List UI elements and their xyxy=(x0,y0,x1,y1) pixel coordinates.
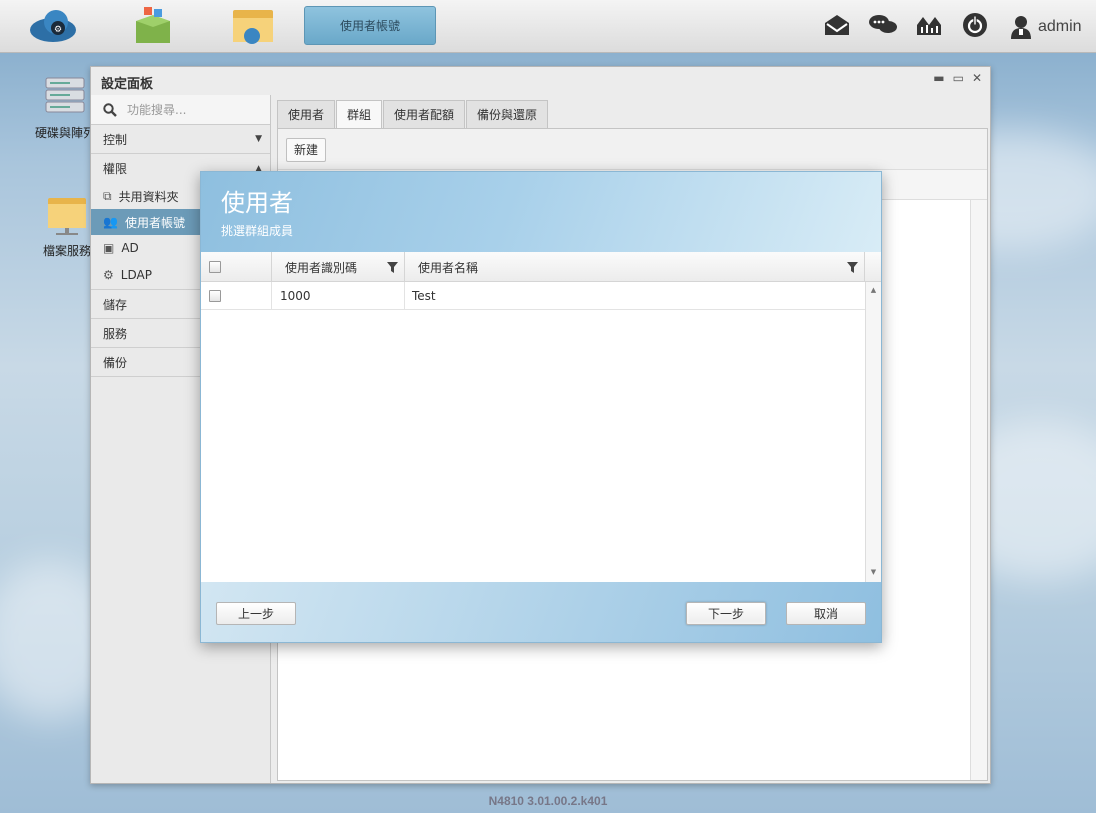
app-center-icon[interactable] xyxy=(128,4,178,48)
column-header-user-id[interactable]: 使用者識別碼 xyxy=(272,252,405,282)
filter-icon[interactable] xyxy=(387,261,398,273)
power-icon[interactable] xyxy=(960,10,990,40)
ldap-icon: ⚙ xyxy=(103,268,114,282)
version-label: N4810 3.01.00.2.k401 xyxy=(488,794,608,808)
search-placeholder: 功能搜尋... xyxy=(127,103,187,117)
dialog-title: 使用者 xyxy=(221,189,293,217)
ad-icon: ▣ xyxy=(103,241,115,255)
window-title: 設定面板 xyxy=(101,77,154,92)
prev-button[interactable]: 上一步 xyxy=(216,602,296,625)
sidebar-section-control[interactable]: 控制 ▼ xyxy=(91,125,270,154)
row-checkbox[interactable] xyxy=(209,290,221,302)
sidebar-section-label: 控制 xyxy=(103,132,128,147)
new-group-button[interactable]: 新建 xyxy=(286,138,327,162)
select-all-checkbox[interactable] xyxy=(209,261,221,273)
groups-scrollbar[interactable] xyxy=(970,200,987,780)
sidebar-section-label: 權限 xyxy=(103,162,128,176)
scroll-up-icon[interactable]: ▲ xyxy=(866,286,881,294)
minimize-icon[interactable]: ▬ xyxy=(933,71,944,85)
user-icon xyxy=(1011,16,1031,39)
folder-network-icon xyxy=(44,192,90,238)
cloud-app-icon[interactable]: ⚙ xyxy=(28,4,78,48)
function-search[interactable]: 功能搜尋... xyxy=(91,95,270,125)
cell-user-id: 1000 xyxy=(272,282,405,310)
user-grid: 使用者識別碼 使用者名稱 1000 Test ▲ ▼ xyxy=(201,252,881,582)
cancel-button[interactable]: 取消 xyxy=(786,602,866,625)
users-icon: 👥 xyxy=(103,215,118,229)
tab-bar: 使用者 群組 使用者配額 備份與還原 xyxy=(277,100,549,128)
panel-toolbar: 新建 xyxy=(278,129,987,170)
cell-user-name: Test xyxy=(412,289,436,303)
sidebar-section-label: 服務 xyxy=(103,326,128,341)
scroll-down-icon[interactable]: ▼ xyxy=(866,568,881,576)
tab-user-quota[interactable]: 使用者配額 xyxy=(383,100,466,128)
header-checkbox-cell xyxy=(201,252,272,282)
folder-tree-icon: ⧉ xyxy=(103,188,112,203)
close-icon[interactable]: ✕ xyxy=(972,71,982,85)
filter-icon[interactable] xyxy=(847,261,858,273)
dialog-subtitle: 挑選群組成員 xyxy=(221,224,294,238)
maximize-icon[interactable]: ▭ xyxy=(953,71,964,85)
svg-text:⚙: ⚙ xyxy=(54,25,62,35)
mail-icon[interactable] xyxy=(822,10,852,40)
desktop-icon-label: 檔案服務 xyxy=(42,244,91,258)
sidebar-item-label: 使用者帳號 xyxy=(124,215,185,230)
sidebar-item-label: LDAP xyxy=(120,268,152,282)
user-name: admin xyxy=(1038,18,1082,35)
chat-icon[interactable] xyxy=(868,10,898,40)
sidebar-section-label: 儲存 xyxy=(103,297,128,312)
dialog-header: 使用者 挑選群組成員 xyxy=(201,172,881,252)
user-menu[interactable]: admin xyxy=(1010,12,1082,42)
sidebar-section-label: 備份 xyxy=(103,355,128,370)
grid-scrollbar[interactable]: ▲ ▼ xyxy=(865,282,881,582)
file-manager-icon[interactable] xyxy=(228,4,278,48)
tab-groups[interactable]: 群組 xyxy=(336,100,383,128)
tab-backup-restore[interactable]: 備份與還原 xyxy=(466,100,549,128)
monitor-icon[interactable] xyxy=(914,10,944,40)
search-icon xyxy=(103,102,117,117)
column-label: 使用者名稱 xyxy=(418,260,479,275)
top-taskbar: ⚙ 使用者帳號 admin xyxy=(0,0,1096,53)
tab-users[interactable]: 使用者 xyxy=(277,100,336,128)
column-header-user-name[interactable]: 使用者名稱 xyxy=(405,252,865,282)
desktop-icon-label: 硬碟與陣列 xyxy=(34,126,95,140)
user-accounts-taskbar-button[interactable]: 使用者帳號 xyxy=(304,6,436,45)
sidebar-item-label: 共用資料夾 xyxy=(118,189,179,204)
table-row[interactable]: 1000 Test xyxy=(201,282,865,310)
select-members-dialog: 使用者 挑選群組成員 使用者識別碼 使用者名稱 1000 Test ▲ ▼ 上一… xyxy=(200,171,882,643)
grid-header: 使用者識別碼 使用者名稱 xyxy=(201,252,881,282)
row-checkbox-cell xyxy=(201,282,272,310)
next-button[interactable]: 下一步 xyxy=(686,602,766,625)
dialog-footer: 上一步 下一步 取消 xyxy=(201,582,881,642)
server-icon xyxy=(42,74,88,120)
collapse-down-icon: ▼ xyxy=(255,134,262,144)
sidebar-item-label: AD xyxy=(121,241,139,255)
column-label: 使用者識別碼 xyxy=(285,260,358,275)
